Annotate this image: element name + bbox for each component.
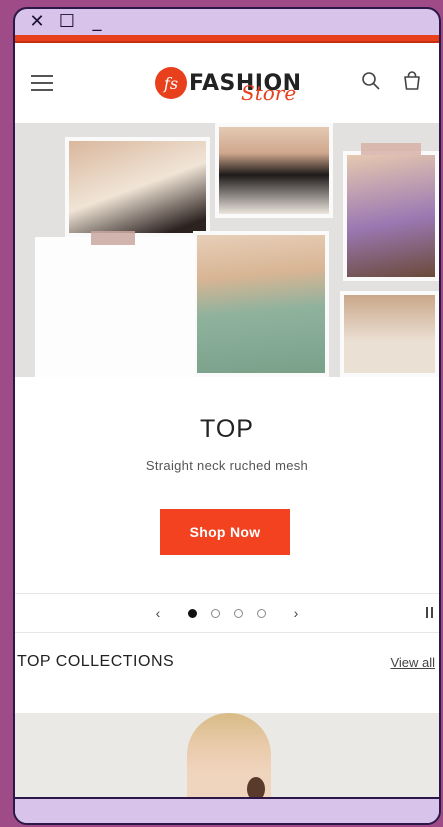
section-title: TOP COLLECTIONS xyxy=(17,653,175,670)
tape-decoration xyxy=(361,143,421,155)
app-window: ✕ ☐ _ fs FASHION Store TOP Straight neck… xyxy=(13,7,441,825)
view-all-link[interactable]: View all xyxy=(390,655,435,670)
slide-content: TOP Straight neck ruched mesh Shop Now xyxy=(15,377,439,593)
model-photo-green-top xyxy=(193,231,329,377)
close-icon[interactable]: ✕ xyxy=(27,12,47,32)
site-header: fs FASHION Store xyxy=(15,43,439,123)
slide-dot[interactable] xyxy=(257,608,266,618)
chevron-right-icon[interactable]: › xyxy=(288,605,304,621)
model-photo-black-top xyxy=(215,123,333,218)
model-photo-cream-top xyxy=(65,137,210,237)
pause-icon[interactable] xyxy=(426,607,433,618)
title-bar: ✕ ☐ _ xyxy=(15,9,439,35)
cart-icon[interactable] xyxy=(401,70,423,97)
minimize-icon[interactable]: _ xyxy=(87,12,107,32)
slideshow-controls: ‹ › xyxy=(15,593,439,633)
slide-dots xyxy=(188,608,266,618)
collection-product-image[interactable] xyxy=(15,713,439,803)
model-photo-purple-top xyxy=(343,151,439,281)
collections-header: TOP COLLECTIONS View all xyxy=(15,633,439,691)
blank-card xyxy=(35,237,195,377)
model-photo-beige-top xyxy=(340,291,439,377)
menu-icon[interactable] xyxy=(31,75,53,91)
logo-script: Store xyxy=(241,81,297,105)
logo-mark: fs xyxy=(155,67,187,99)
slide-dot[interactable] xyxy=(211,608,220,618)
slide-dot[interactable] xyxy=(188,608,197,618)
shop-now-button[interactable]: Shop Now xyxy=(160,509,290,555)
slide-title: TOP xyxy=(200,415,254,443)
maximize-icon[interactable]: ☐ xyxy=(57,12,77,32)
site-logo[interactable]: fs FASHION Store xyxy=(155,67,302,105)
search-icon[interactable] xyxy=(361,71,381,96)
announcement-bar xyxy=(15,35,439,43)
slide-dot[interactable] xyxy=(234,608,243,618)
tape-decoration xyxy=(91,231,135,245)
chevron-left-icon[interactable]: ‹ xyxy=(150,605,166,621)
window-bottom-bar xyxy=(15,797,439,823)
hero-banner-image xyxy=(15,123,439,377)
page-viewport: fs FASHION Store TOP Straight neck ruche… xyxy=(15,35,439,803)
slide-subtitle: Straight neck ruched mesh xyxy=(145,458,309,473)
